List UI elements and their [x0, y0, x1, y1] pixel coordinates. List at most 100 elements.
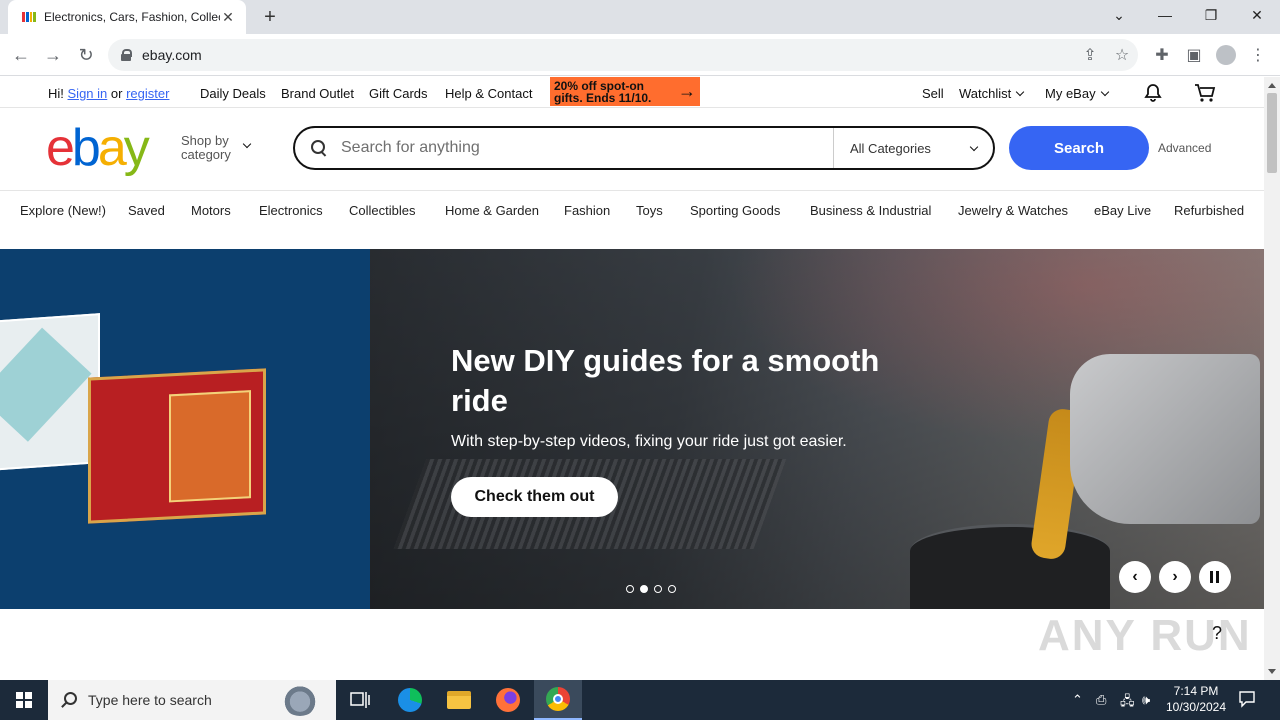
ebay-top-bar: Hi! Sign in or register Daily Deals Bran…	[0, 77, 1264, 108]
network-icon[interactable]: 🖧	[1120, 692, 1135, 714]
help-contact-link[interactable]: Help & Contact	[445, 86, 532, 101]
promo-text: 20% off spot-on gifts. Ends 11/10.	[554, 78, 652, 105]
clock-date: 10/30/2024	[1165, 700, 1227, 714]
shop-by-category-button[interactable]: Shop by category	[181, 134, 231, 162]
search-input[interactable]	[341, 139, 811, 157]
category-saved[interactable]: Saved	[128, 203, 165, 218]
carousel-dot[interactable]	[626, 585, 634, 593]
side-panel-icon[interactable]: ▣	[1181, 42, 1207, 68]
taskbar-search[interactable]: Type here to search	[48, 680, 336, 720]
bookmark-star-icon[interactable]: ☆	[1109, 42, 1135, 68]
arrow-right-icon: →	[678, 81, 696, 101]
ebay-page: Hi! Sign in or register Daily Deals Bran…	[0, 77, 1264, 680]
carousel-next-icon[interactable]: ›	[1159, 561, 1191, 593]
tab-close-icon[interactable]: ✕	[220, 9, 236, 25]
address-bar[interactable]: ebay.com	[108, 39, 1138, 71]
category-explore[interactable]: Explore (New!)	[20, 203, 106, 218]
sell-link[interactable]: Sell	[922, 86, 944, 101]
page-scrollbar[interactable]	[1264, 77, 1280, 680]
restore-icon[interactable]: ❐	[1188, 0, 1234, 30]
logo-letter-a: a	[97, 119, 127, 177]
category-jewelry-watches[interactable]: Jewelry & Watches	[958, 203, 1068, 218]
hero-title: New DIY guides for a smooth ride	[451, 343, 880, 418]
close-window-icon[interactable]: ✕	[1234, 0, 1280, 30]
category-refurbished[interactable]: Refurbished	[1174, 203, 1244, 218]
back-arrow-icon[interactable]: ←	[8, 42, 34, 68]
taskbar-search-placeholder: Type here to search	[88, 692, 212, 708]
category-electronics[interactable]: Electronics	[259, 203, 323, 218]
tray-device-icon[interactable]: ⎙	[1096, 692, 1106, 708]
previous-slide-peek[interactable]	[0, 249, 370, 609]
browser-tab-active[interactable]: Electronics, Cars, Fashion, Collectibles…	[8, 0, 246, 34]
logo-letter-b: b	[71, 119, 101, 177]
category-collectibles[interactable]: Collectibles	[349, 203, 415, 218]
funnel-image	[910, 524, 1110, 609]
gift-cards-link[interactable]: Gift Cards	[369, 86, 428, 101]
lock-icon	[120, 49, 132, 61]
search-bar: All Categories	[293, 126, 995, 170]
carousel-dot[interactable]	[654, 585, 662, 593]
ebay-logo[interactable]: ebay	[46, 118, 150, 178]
chrome-icon[interactable]	[534, 680, 582, 720]
volume-icon[interactable]: 🕪	[1142, 692, 1150, 708]
carousel-prev-icon[interactable]: ‹	[1119, 561, 1151, 593]
tab-search-chevron-icon[interactable]: ⌄	[1096, 0, 1142, 30]
advanced-search-link[interactable]: Advanced	[1158, 141, 1211, 155]
ebay-favicon-icon	[22, 10, 36, 24]
logo-letter-e: e	[46, 119, 75, 177]
category-toys[interactable]: Toys	[636, 203, 663, 218]
category-home-garden[interactable]: Home & Garden	[445, 203, 539, 218]
check-them-out-button[interactable]: Check them out	[451, 477, 618, 517]
search-button[interactable]: Search	[1009, 126, 1149, 170]
category-ebay-live[interactable]: eBay Live	[1094, 203, 1151, 218]
new-tab-button[interactable]: +	[258, 5, 282, 29]
share-icon[interactable]: ⇪	[1077, 42, 1103, 68]
promo-banner[interactable]: 20% off spot-on gifts. Ends 11/10. →	[550, 77, 700, 106]
edge-browser-icon[interactable]	[386, 680, 434, 720]
help-question-icon[interactable]: ?	[1212, 623, 1222, 644]
category-sporting-goods[interactable]: Sporting Goods	[690, 203, 780, 218]
notifications-icon[interactable]	[1238, 690, 1256, 711]
minimize-icon[interactable]: —	[1142, 0, 1188, 30]
profile-avatar-icon[interactable]	[1213, 42, 1239, 68]
hero-subtitle: With step-by-step videos, fixing your ri…	[451, 433, 847, 450]
daily-deals-link[interactable]: Daily Deals	[200, 86, 266, 101]
windows-start-icon[interactable]	[0, 680, 48, 720]
cart-icon[interactable]	[1194, 83, 1216, 106]
category-nav: Explore (New!) Saved Motors Electronics …	[0, 191, 1264, 249]
search-highlight-icon	[282, 684, 318, 716]
category-business-industrial[interactable]: Business & Industrial	[810, 203, 931, 218]
extensions-puzzle-icon[interactable]: ✚	[1149, 42, 1175, 68]
carousel-dot[interactable]	[668, 585, 676, 593]
register-link[interactable]: register	[126, 86, 169, 101]
notification-bell-icon[interactable]	[1143, 83, 1163, 106]
reload-icon[interactable]: ↻	[73, 42, 99, 68]
forward-arrow-icon[interactable]: →	[40, 42, 66, 68]
watchlist-dropdown[interactable]: Watchlist	[959, 86, 1025, 101]
task-view-icon[interactable]	[336, 680, 384, 720]
windows-taskbar: Type here to search ⌃ ⎙ 🖧 🕪 7:14 PM 10/3…	[0, 680, 1280, 720]
search-icon	[311, 140, 327, 156]
scroll-down-icon[interactable]	[1268, 669, 1276, 674]
category-select[interactable]: All Categories	[833, 128, 993, 168]
taskbar-clock[interactable]: 7:14 PM 10/30/2024	[1164, 683, 1228, 715]
tray-chevron-up-icon[interactable]: ⌃	[1072, 692, 1083, 708]
ebay-header: ebay Shop by category All Categories Sea…	[0, 108, 1264, 191]
scrollbar-thumb[interactable]	[1267, 93, 1277, 173]
sign-in-link[interactable]: Sign in	[68, 86, 108, 101]
category-motors[interactable]: Motors	[191, 203, 231, 218]
chevron-down-icon	[969, 142, 979, 152]
carousel-dot-active[interactable]	[640, 585, 648, 593]
chevron-down-icon	[242, 139, 252, 149]
firefox-icon[interactable]	[484, 680, 532, 720]
kebab-menu-icon[interactable]: ⋮	[1245, 42, 1271, 68]
scroll-up-icon[interactable]	[1268, 83, 1276, 88]
collector-box-image	[88, 368, 266, 524]
category-fashion[interactable]: Fashion	[564, 203, 610, 218]
carousel-pause-icon[interactable]	[1199, 561, 1231, 593]
my-ebay-dropdown[interactable]: My eBay	[1045, 86, 1109, 101]
tab-title: Electronics, Cars, Fashion, Collectibles…	[44, 10, 220, 24]
file-explorer-icon[interactable]	[435, 680, 483, 720]
brand-outlet-link[interactable]: Brand Outlet	[281, 86, 354, 101]
chevron-down-icon	[1100, 87, 1109, 97]
